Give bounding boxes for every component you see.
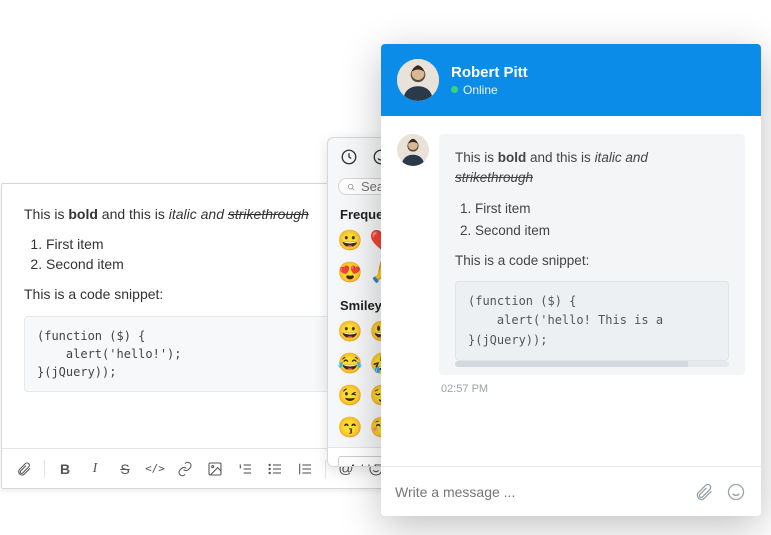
emoji-item[interactable]: 😀	[336, 317, 364, 345]
link-icon	[177, 461, 193, 477]
emoji-item[interactable]: 😙	[336, 413, 364, 441]
bold-button[interactable]: B	[51, 455, 79, 483]
emoji-item[interactable]: 😂	[336, 349, 364, 377]
quote-icon	[297, 461, 313, 477]
smile-icon	[726, 482, 746, 502]
attach-button[interactable]	[693, 481, 715, 503]
ordered-list: First item Second item	[475, 199, 729, 242]
avatar	[397, 134, 429, 166]
chat-header-text: Robert Pitt Online	[451, 64, 528, 97]
link-button[interactable]	[171, 455, 199, 483]
strike-glyph: S	[120, 461, 129, 477]
emoji-item[interactable]: 😍	[336, 258, 364, 286]
code-block: (function ($) { alert('hello! This is a …	[455, 281, 729, 361]
chat-input-bar	[381, 466, 761, 516]
italic-button[interactable]: I	[81, 455, 109, 483]
unordered-list-button[interactable]	[261, 455, 289, 483]
bold-text: bold	[68, 206, 98, 222]
contact-status: Online	[451, 83, 528, 97]
avatar	[397, 59, 439, 101]
message: This is bold and this is italic and stri…	[397, 134, 745, 375]
ol-icon	[237, 461, 253, 477]
text: and this is	[98, 206, 169, 222]
image-icon	[207, 461, 223, 477]
attach-button[interactable]	[10, 455, 38, 483]
formatted-text-line: This is bold and this is italic and stri…	[455, 148, 729, 189]
contact-name: Robert Pitt	[451, 64, 528, 81]
strikethrough-button[interactable]: S	[111, 455, 139, 483]
text: and this is	[526, 150, 594, 165]
chat-body: This is bold and this is italic and stri…	[381, 116, 761, 466]
emoji-item[interactable]: 😀	[336, 226, 364, 254]
paperclip-icon	[694, 482, 714, 502]
emoji-button[interactable]	[725, 481, 747, 503]
message-input[interactable]	[395, 484, 683, 500]
status-indicator-icon	[451, 86, 458, 93]
avatar-icon	[397, 59, 439, 101]
emoji-item[interactable]: 😉	[336, 381, 364, 409]
clock-icon	[340, 148, 358, 166]
code-label: This is a code snippet:	[455, 251, 729, 271]
chat-header: Robert Pitt Online	[381, 44, 761, 116]
avatar-icon	[397, 134, 429, 166]
tab-recent[interactable]	[338, 146, 360, 168]
bold-text: bold	[498, 150, 527, 165]
strikethrough-text: strikethrough	[455, 170, 533, 185]
status-label: Online	[463, 83, 498, 97]
message-timestamp: 02:57 PM	[441, 383, 745, 395]
chat-window: Robert Pitt Online This is bold and this…	[381, 44, 761, 516]
text: This is	[24, 206, 68, 222]
list-item: Second item	[475, 221, 729, 241]
message-bubble: This is bold and this is italic and stri…	[439, 134, 745, 375]
search-icon	[347, 180, 355, 194]
separator	[44, 460, 45, 478]
ordered-list-button[interactable]	[231, 455, 259, 483]
strikethrough-text: strikethrough	[228, 206, 309, 222]
italic-text: italic and strikethrough	[169, 206, 309, 222]
text: This is	[455, 150, 498, 165]
code-button[interactable]: </>	[141, 455, 169, 483]
list-item: First item	[475, 199, 729, 219]
quote-button[interactable]	[291, 455, 319, 483]
ul-icon	[267, 461, 283, 477]
image-button[interactable]	[201, 455, 229, 483]
paperclip-icon	[16, 461, 32, 477]
separator	[325, 460, 326, 478]
